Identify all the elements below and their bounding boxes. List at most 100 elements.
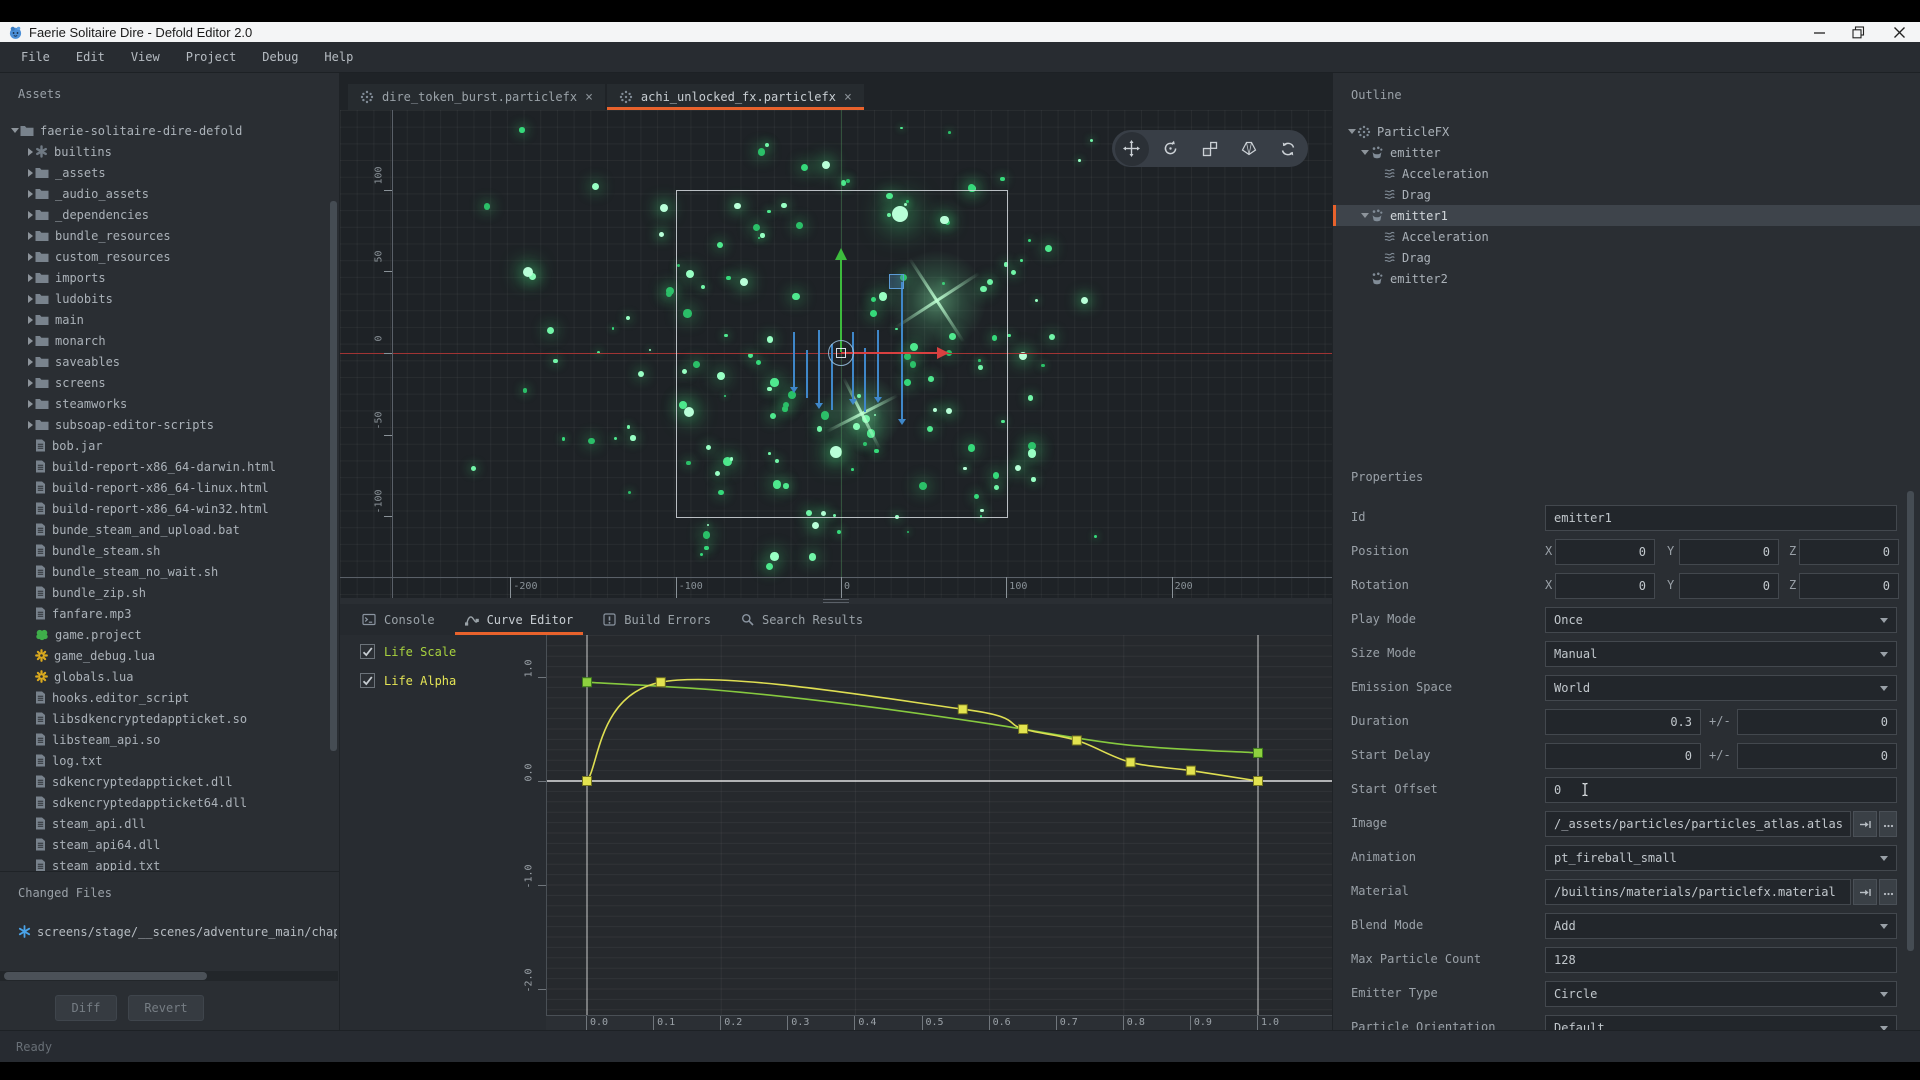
size-mode-dropdown[interactable]: Manual bbox=[1545, 641, 1897, 667]
rotation-z-field[interactable]: 0 bbox=[1799, 573, 1899, 599]
rotation-x-field[interactable]: 0 bbox=[1555, 573, 1655, 599]
asset-tree-item[interactable]: _dependencies bbox=[25, 204, 149, 225]
start-offset-field[interactable]: 0 bbox=[1545, 777, 1897, 803]
material-open-resource-button[interactable] bbox=[1853, 879, 1877, 905]
expand-arrow-icon[interactable] bbox=[25, 211, 35, 219]
curve-key-point[interactable] bbox=[1072, 736, 1081, 745]
curve-key-point[interactable] bbox=[583, 777, 592, 786]
camera-tool-button[interactable] bbox=[1232, 132, 1266, 166]
asset-tree-item[interactable]: bundle_steam.sh bbox=[25, 540, 160, 561]
chevron-down-icon[interactable] bbox=[1880, 924, 1888, 929]
refresh-tool-button[interactable] bbox=[1271, 132, 1305, 166]
asset-tree-item[interactable]: steamworks bbox=[25, 393, 127, 414]
asset-tree-item[interactable]: game.project bbox=[25, 624, 142, 645]
asset-tree-item[interactable]: saveables bbox=[25, 351, 120, 372]
checkbox[interactable] bbox=[360, 673, 375, 688]
asset-tree-item[interactable]: libsteam_api.so bbox=[25, 729, 160, 750]
selection-handle[interactable] bbox=[889, 274, 904, 289]
asset-tree-item[interactable]: build-report-x86_64-linux.html bbox=[25, 477, 269, 498]
expand-arrow-icon[interactable] bbox=[25, 253, 35, 261]
gizmo-x-axis[interactable] bbox=[841, 352, 937, 354]
menu-debug[interactable]: Debug bbox=[249, 50, 311, 64]
asset-tree-item[interactable]: screens bbox=[25, 372, 106, 393]
editor-tab-dire_token_burst-particlefx[interactable]: dire_token_burst.particlefx× bbox=[348, 84, 605, 110]
bottom-tab-build-errors[interactable]: Build Errors bbox=[593, 604, 721, 635]
asset-tree-item[interactable]: bundle_zip.sh bbox=[25, 582, 146, 603]
start-delay-spread-field[interactable]: 0 bbox=[1737, 743, 1897, 769]
asset-tree-item[interactable]: game_debug.lua bbox=[25, 645, 155, 666]
material-browse-button[interactable] bbox=[1879, 879, 1897, 905]
asset-tree-item[interactable]: steam_appid.txt bbox=[25, 855, 160, 871]
expand-arrow-icon[interactable] bbox=[25, 169, 35, 177]
image-browse-button[interactable] bbox=[1879, 811, 1897, 837]
position-y-field[interactable]: 0 bbox=[1679, 539, 1779, 565]
curve-key-point[interactable] bbox=[1186, 766, 1195, 775]
expand-arrow-icon[interactable] bbox=[25, 379, 35, 387]
curve-toggle-life-scale[interactable]: Life Scale bbox=[360, 641, 456, 662]
asset-tree-item[interactable]: hooks.editor_script bbox=[25, 687, 189, 708]
asset-tree-item[interactable]: sdkencryptedappticket.dll bbox=[25, 771, 233, 792]
assets-vertical-scrollbar[interactable] bbox=[330, 201, 337, 751]
asset-tree-item[interactable]: ludobits bbox=[25, 288, 113, 309]
curve-key-point[interactable] bbox=[1126, 758, 1135, 767]
expand-arrow-icon[interactable] bbox=[25, 295, 35, 303]
menu-file[interactable]: File bbox=[8, 50, 63, 64]
asset-tree-item[interactable]: bob.jar bbox=[25, 435, 103, 456]
curve-toggle-life-alpha[interactable]: Life Alpha bbox=[360, 670, 456, 691]
asset-tree-item[interactable]: steam_api.dll bbox=[25, 813, 146, 834]
asset-tree-item[interactable]: imports bbox=[25, 267, 106, 288]
chevron-down-icon[interactable] bbox=[1880, 992, 1888, 997]
curve-key-point[interactable] bbox=[958, 705, 967, 714]
asset-tree-item[interactable]: bunde_steam_and_upload.bat bbox=[25, 519, 240, 540]
editor-tab-achi_unlocked_fx-particlefx[interactable]: achi_unlocked_fx.particlefx× bbox=[607, 84, 864, 110]
scale-tool-button[interactable] bbox=[1193, 132, 1227, 166]
gizmo-center-square[interactable] bbox=[836, 348, 846, 358]
curve-plot[interactable] bbox=[546, 635, 1332, 1015]
duration-spread-field[interactable]: 0 bbox=[1737, 709, 1897, 735]
expand-arrow-icon[interactable] bbox=[25, 400, 35, 408]
image-open-resource-button[interactable] bbox=[1853, 811, 1877, 837]
curve-key-point[interactable] bbox=[1254, 777, 1263, 786]
curve-key-point[interactable] bbox=[656, 678, 665, 687]
asset-tree-item[interactable]: bundle_steam_no_wait.sh bbox=[25, 561, 218, 582]
asset-tree-item[interactable]: log.txt bbox=[25, 750, 103, 771]
expand-arrow-icon[interactable] bbox=[25, 190, 35, 198]
expand-arrow-icon[interactable] bbox=[25, 148, 35, 156]
diff-button[interactable]: Diff bbox=[55, 995, 117, 1021]
menu-help[interactable]: Help bbox=[311, 50, 366, 64]
revert-button[interactable]: Revert bbox=[128, 995, 204, 1021]
expand-arrow-icon[interactable] bbox=[25, 421, 35, 429]
asset-tree-item[interactable]: custom_resources bbox=[25, 246, 171, 267]
changed-files-hscrollbar[interactable] bbox=[0, 971, 338, 981]
changed-files-hscrollbar-thumb[interactable] bbox=[4, 972, 207, 980]
expand-arrow-icon[interactable] bbox=[25, 274, 35, 282]
menu-view[interactable]: View bbox=[118, 50, 173, 64]
expand-arrow-icon[interactable] bbox=[25, 358, 35, 366]
id-field[interactable]: emitter1 bbox=[1545, 505, 1897, 531]
expand-arrow-icon[interactable] bbox=[25, 316, 35, 324]
blend-mode-dropdown[interactable]: Add bbox=[1545, 913, 1897, 939]
close-icon[interactable] bbox=[1893, 26, 1906, 39]
asset-tree-item[interactable]: sdkencryptedappticket64.dll bbox=[25, 792, 247, 813]
play-mode-dropdown[interactable]: Once bbox=[1545, 607, 1897, 633]
asset-tree-item[interactable]: steam_api64.dll bbox=[25, 834, 160, 855]
properties-vertical-scrollbar[interactable] bbox=[1907, 491, 1914, 951]
asset-tree-item[interactable]: libsdkencryptedappticket.so bbox=[25, 708, 247, 729]
menu-edit[interactable]: Edit bbox=[63, 50, 118, 64]
checkbox[interactable] bbox=[360, 644, 375, 659]
asset-tree-item[interactable]: builtins bbox=[25, 141, 112, 162]
max-particle-count-field[interactable]: 128 bbox=[1545, 947, 1897, 973]
image-field[interactable]: /_assets/particles/particles_atlas.atlas bbox=[1545, 811, 1851, 837]
restore-icon[interactable] bbox=[1852, 26, 1865, 39]
material-field[interactable]: /builtins/materials/particlefx.material bbox=[1545, 879, 1851, 905]
expand-arrow-icon[interactable] bbox=[25, 232, 35, 240]
bottom-tab-curve-editor[interactable]: Curve Editor bbox=[455, 604, 584, 635]
move-tool-button[interactable] bbox=[1115, 132, 1149, 166]
asset-tree-item[interactable]: subsoap-editor-scripts bbox=[25, 414, 214, 435]
changed-file-item[interactable]: screens/stage/__scenes/adventure_main/ch… bbox=[18, 921, 337, 942]
gizmo-x-arrow-icon[interactable] bbox=[937, 347, 949, 359]
curve-key-point[interactable] bbox=[1254, 748, 1263, 757]
chevron-down-icon[interactable] bbox=[1880, 618, 1888, 623]
asset-tree-item[interactable]: faerie-solitaire-dire-defold bbox=[10, 120, 242, 141]
asset-tree-item[interactable]: _assets bbox=[25, 162, 106, 183]
